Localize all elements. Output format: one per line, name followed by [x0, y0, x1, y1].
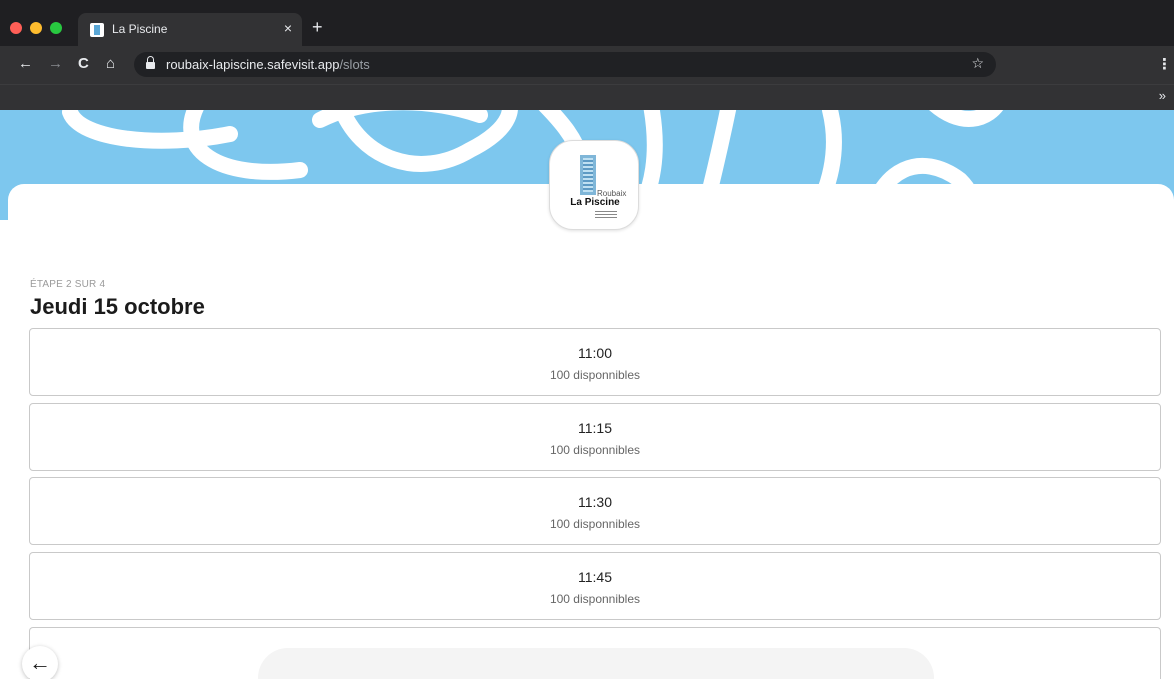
url-text: roubaix-lapiscine.safevisit.app/slots — [166, 57, 370, 72]
browser-tab[interactable]: La Piscine × — [78, 13, 302, 46]
favicon-icon — [90, 23, 104, 37]
home-button[interactable]: ⌂ — [106, 55, 115, 73]
time-slot-1145[interactable]: 11:45 100 disponnibles — [29, 552, 1161, 620]
bottom-action-panel — [258, 648, 934, 679]
slot-availability: 100 disponnibles — [549, 592, 641, 606]
window-close-button[interactable] — [10, 22, 22, 34]
new-tab-button[interactable]: + — [312, 18, 323, 36]
window-minimize-button[interactable] — [30, 22, 42, 34]
slot-time: 11:30 — [578, 494, 612, 510]
logo-pool-icon — [580, 155, 596, 195]
url-path: /slots — [339, 57, 370, 72]
logo-name: La Piscine — [570, 197, 620, 208]
reload-button[interactable]: C — [78, 55, 89, 73]
slot-time: 11:45 — [578, 569, 612, 585]
browser-menu-icon[interactable]: ⋮ — [1157, 55, 1172, 73]
bookmarks-overflow-icon[interactable]: » — [1159, 88, 1166, 103]
window-zoom-button[interactable] — [50, 22, 62, 34]
tab-title: La Piscine — [112, 22, 168, 36]
arrow-left-icon: ← — [29, 650, 51, 675]
back-button[interactable]: ← — [18, 55, 33, 73]
slot-time: 11:15 — [578, 420, 612, 436]
time-slot-1100[interactable]: 11:00 100 disponnibles — [29, 328, 1161, 396]
address-bar[interactable]: roubaix-lapiscine.safevisit.app/slots ☆ — [134, 52, 996, 77]
bookmarks-bar: » — [0, 84, 1174, 110]
slot-availability: 100 disponnibles — [549, 517, 641, 531]
step-indicator: ÉTAPE 2 SUR 4 — [30, 279, 106, 290]
page-title: Jeudi 15 octobre — [30, 294, 205, 319]
lock-icon — [146, 56, 155, 70]
time-slot-1115[interactable]: 11:15 100 disponnibles — [29, 403, 1161, 471]
back-step-button[interactable]: ← — [22, 646, 58, 679]
time-slot-1130[interactable]: 11:30 100 disponnibles — [29, 477, 1161, 545]
url-host: roubaix-lapiscine.safevisit.app — [166, 57, 340, 72]
bookmark-star-icon[interactable]: ☆ — [971, 55, 984, 72]
slot-availability: 100 disponnibles — [549, 443, 641, 457]
tab-close-icon[interactable]: × — [284, 20, 292, 36]
browser-tab-bar: La Piscine × + — [0, 0, 1174, 46]
forward-button[interactable]: → — [48, 55, 63, 73]
slot-availability: 100 disponnibles — [549, 368, 641, 382]
slot-time: 11:00 — [578, 345, 612, 361]
venue-logo: Roubaix La Piscine — [549, 140, 639, 230]
browser-toolbar: ← → C ⌂ roubaix-lapiscine.safevisit.app/… — [0, 46, 1174, 84]
logo-fineprint-icon — [595, 210, 617, 218]
